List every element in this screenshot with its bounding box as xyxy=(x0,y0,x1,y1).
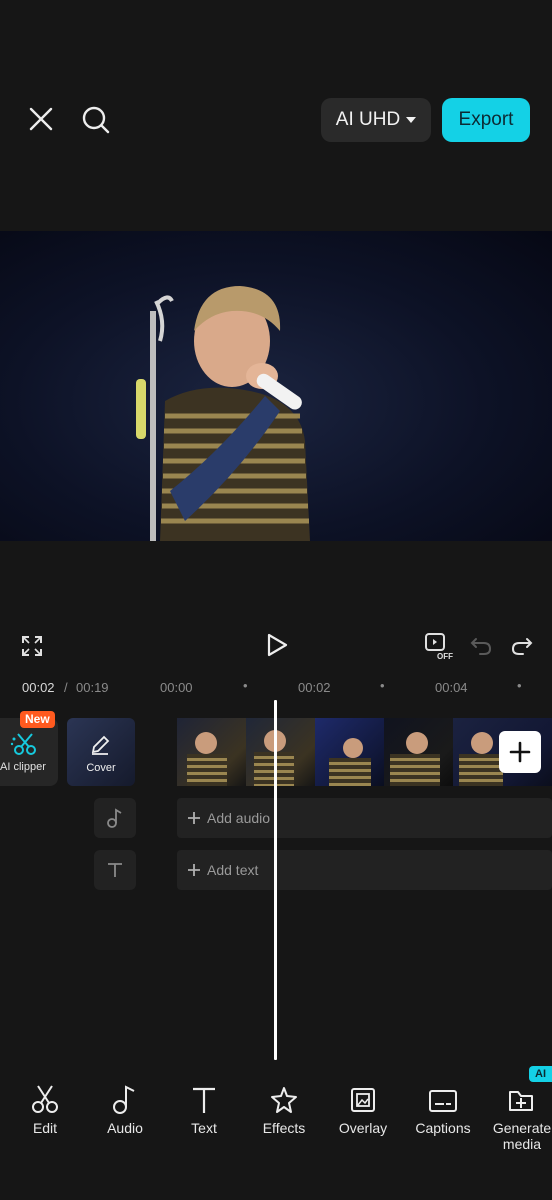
video-clip-thumbnail[interactable] xyxy=(315,718,384,786)
close-icon xyxy=(29,107,53,131)
time-separator: / xyxy=(64,680,68,695)
toolbar-overlay-label: Overlay xyxy=(338,1120,388,1136)
add-text-label: Add text xyxy=(207,862,259,878)
ai-clipper-icon xyxy=(10,733,36,755)
fullscreen-icon xyxy=(22,636,42,656)
toolbar-audio-label: Audio xyxy=(107,1120,143,1136)
plus-icon xyxy=(509,741,531,763)
ruler-dot: • xyxy=(243,678,248,693)
toolbar-edit-label: Edit xyxy=(32,1120,58,1136)
chevron-down-icon xyxy=(406,117,417,123)
add-audio-label: Add audio xyxy=(207,810,271,826)
edit-pencil-icon xyxy=(91,735,110,755)
ai-badge: AI xyxy=(529,1066,552,1082)
redo-icon xyxy=(511,638,533,655)
total-time: 00:19 xyxy=(76,680,109,695)
toolbar-edit[interactable]: Edit xyxy=(5,1080,85,1136)
toolbar-text[interactable]: Text xyxy=(164,1080,244,1136)
cover-button[interactable]: Cover xyxy=(67,718,135,786)
undo-icon xyxy=(470,638,492,655)
ruler-tick: 00:04 xyxy=(435,680,468,695)
plus-icon xyxy=(188,812,200,824)
play-button[interactable] xyxy=(262,630,292,660)
timeline-ruler: 00:02 / 00:19 00:00 • 00:02 • 00:04 • xyxy=(0,678,552,700)
video-clip-thumbnail[interactable] xyxy=(246,718,315,786)
sparkle-star-icon xyxy=(271,1087,297,1113)
ai-clipper-label: AI clipper xyxy=(0,761,46,773)
video-frame-illustration xyxy=(136,286,310,541)
quality-dropdown[interactable]: AI UHD xyxy=(321,98,431,142)
playhead[interactable] xyxy=(274,700,277,1060)
export-button[interactable]: Export xyxy=(442,98,530,142)
captions-icon xyxy=(429,1090,457,1112)
toolbar-captions[interactable]: Captions xyxy=(403,1080,483,1136)
fullscreen-button[interactable] xyxy=(18,632,46,660)
keyframe-off-button[interactable]: OFF xyxy=(421,630,457,662)
undo-button[interactable] xyxy=(467,632,495,660)
ruler-dot: • xyxy=(517,678,522,693)
play-icon xyxy=(267,633,288,657)
new-badge: New xyxy=(20,711,55,728)
generate-media-icon xyxy=(509,1091,533,1111)
audio-track-icon-box[interactable] xyxy=(94,798,136,838)
cover-label: Cover xyxy=(86,762,116,774)
text-icon xyxy=(108,863,122,877)
close-button[interactable] xyxy=(22,100,60,138)
keyframe-off-icon: OFF xyxy=(425,633,453,661)
ai-clipper-button[interactable]: AI clipper xyxy=(0,718,58,786)
music-note-icon xyxy=(113,1085,135,1114)
plus-icon xyxy=(188,864,200,876)
music-note-icon xyxy=(107,808,122,828)
quality-label: AI UHD xyxy=(335,109,401,130)
ruler-tick: 00:02 xyxy=(298,680,331,695)
toolbar-audio[interactable]: Audio xyxy=(85,1080,165,1136)
video-preview[interactable] xyxy=(0,231,552,541)
add-text-row[interactable]: Add text xyxy=(177,850,552,890)
search-icon xyxy=(82,106,110,134)
toolbar-captions-label: Captions xyxy=(415,1120,471,1136)
toolbar-generate-media[interactable]: Generate media xyxy=(482,1080,552,1152)
toolbar-text-label: Text xyxy=(191,1120,217,1136)
scissors-icon xyxy=(32,1085,58,1113)
ruler-dot: • xyxy=(380,678,385,693)
toolbar-overlay[interactable]: Overlay xyxy=(323,1080,403,1136)
video-clip-thumbnail[interactable] xyxy=(384,718,453,786)
add-audio-row[interactable]: Add audio xyxy=(177,798,552,838)
text-track-icon-box[interactable] xyxy=(94,850,136,890)
text-icon xyxy=(193,1087,215,1113)
toolbar-generate-media-label: Generate media xyxy=(492,1120,552,1152)
add-clip-button[interactable] xyxy=(499,731,541,773)
overlay-icon xyxy=(351,1088,375,1112)
toolbar-effects-label: Effects xyxy=(262,1120,306,1136)
video-clip-thumbnail[interactable] xyxy=(177,718,246,786)
toolbar-effects[interactable]: Effects xyxy=(244,1080,324,1136)
redo-button[interactable] xyxy=(508,632,536,660)
current-time: 00:02 xyxy=(22,680,55,695)
ruler-tick: 00:00 xyxy=(160,680,193,695)
search-button[interactable] xyxy=(76,100,116,140)
svg-text:OFF: OFF xyxy=(437,652,453,661)
